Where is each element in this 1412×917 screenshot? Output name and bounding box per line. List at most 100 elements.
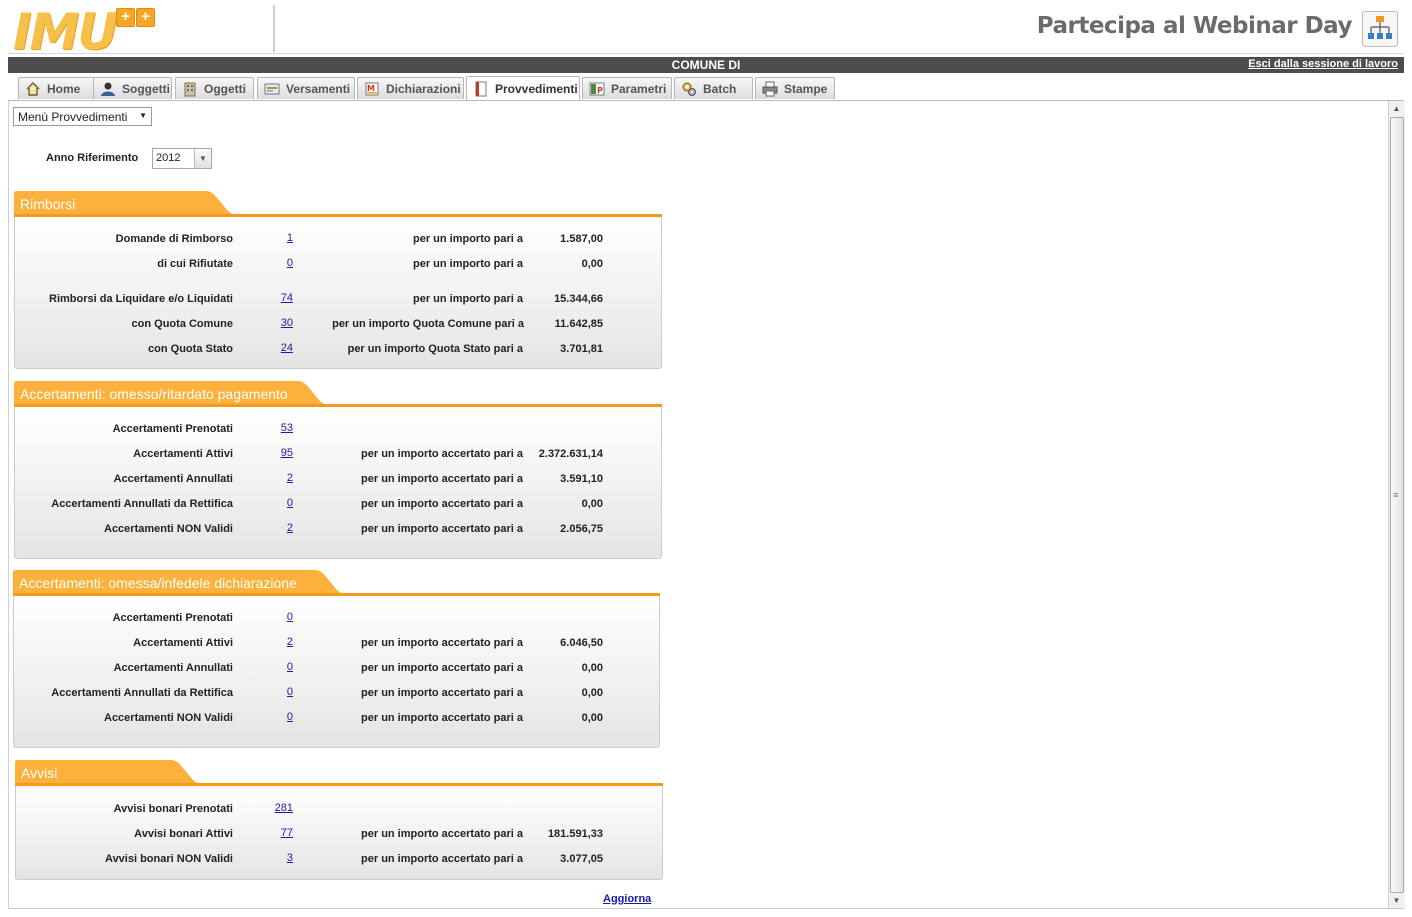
row-label: Avvisi bonari Prenotati [113, 803, 233, 815]
payment-icon [264, 81, 280, 97]
tab-oggetti[interactable]: Oggetti [175, 77, 254, 99]
user-icon [100, 81, 116, 97]
year-select[interactable]: 2012 ▼ [152, 148, 212, 169]
row-label: Rimborsi da Liquidare e/o Liquidati [49, 293, 233, 305]
org-chart-icon[interactable] [1362, 11, 1398, 47]
count-link[interactable]: 74 [281, 292, 293, 304]
amount-value: 0,00 [581, 662, 603, 674]
count-link[interactable]: 0 [287, 661, 293, 673]
menu-selected-value: Menù Provvedimenti [18, 110, 128, 124]
row-label: con Quota Stato [148, 343, 233, 355]
section-rimborsi: Rimborsi Domande di Rimborso 1 per un im… [14, 191, 662, 369]
amount-value: 0,00 [581, 687, 603, 699]
count-link[interactable]: 95 [281, 447, 293, 459]
section-title: Accertamenti: omesso/ritardato pagamento [20, 386, 288, 402]
section-header: Accertamenti: omesso/ritardato pagamento [14, 381, 662, 407]
count-link[interactable]: 3 [287, 852, 293, 864]
count-link[interactable]: 1 [287, 232, 293, 244]
count-link[interactable]: 281 [275, 802, 293, 814]
section-avvisi: Avvisi Avvisi bonari Prenotati 281 Avvis… [15, 760, 663, 880]
tab-provvedimenti[interactable]: Provvedimenti [466, 76, 580, 100]
scrollbar-grip-icon: ≡ [1393, 490, 1399, 500]
tab-label: Provvedimenti [495, 81, 578, 96]
app-header: IMU + + Partecipa al Webinar Day [8, 3, 1404, 61]
year-label: Anno Riferimento [46, 152, 139, 164]
plus-icon: + [116, 8, 135, 27]
tab-home[interactable]: Home [18, 77, 98, 99]
count-link[interactable]: 2 [287, 636, 293, 648]
amount-text: per un importo accertato pari a [361, 687, 523, 699]
tab-dichiarazioni[interactable]: M Dichiarazioni [357, 77, 464, 99]
amount-value: 2.372.631,14 [538, 448, 603, 460]
section-accertamenti-pagamento: Accertamenti: omesso/ritardato pagamento… [14, 381, 662, 559]
amount-text: per un importo accertato pari a [361, 473, 523, 485]
count-link[interactable]: 30 [281, 317, 293, 329]
chevron-down-icon[interactable]: ▼ [194, 149, 211, 168]
row-label: Accertamenti Annullati [113, 473, 233, 485]
row-label: Accertamenti Annullati da Rettifica [51, 498, 233, 510]
section-accertamenti-dichiarazione: Accertamenti: omessa/infedele dichiarazi… [13, 570, 660, 748]
count-link[interactable]: 0 [287, 257, 293, 269]
count-link[interactable]: 0 [287, 611, 293, 623]
refresh-link[interactable]: Aggiorna [603, 893, 651, 905]
amount-text: per un importo Quota Stato pari a [347, 343, 523, 355]
scroll-up-icon[interactable]: ▲ [1389, 101, 1404, 116]
row-label: Accertamenti Annullati da Rettifica [51, 687, 233, 699]
amount-value: 0,00 [581, 712, 603, 724]
provvedimenti-menu-select[interactable]: Menù Provvedimenti ▼ [13, 107, 152, 126]
main-tabs: Home Soggetti Oggetti Versamenti M Dichi… [8, 75, 1404, 101]
count-link[interactable]: 0 [287, 497, 293, 509]
amount-text: per un importo accertato pari a [361, 448, 523, 460]
scrollbar-thumb[interactable] [1390, 117, 1404, 893]
row-label: Avvisi bonari NON Validi [105, 853, 233, 865]
tab-versamenti[interactable]: Versamenti [257, 77, 355, 99]
count-link[interactable]: 2 [287, 522, 293, 534]
row-label: Accertamenti Attivi [133, 637, 233, 649]
amount-text: per un importo pari a [412, 233, 523, 245]
logout-link[interactable]: Esci dalla sessione di lavoro [1248, 58, 1398, 70]
count-link[interactable]: 24 [281, 342, 293, 354]
plus-icon: + [136, 8, 155, 27]
section-header: Rimborsi [14, 191, 662, 217]
section-body [13, 596, 660, 748]
count-link[interactable]: 53 [281, 422, 293, 434]
tab-soggetti[interactable]: Soggetti [93, 77, 172, 99]
parameters-icon: P [589, 81, 605, 97]
gears-icon [681, 81, 697, 97]
amount-value: 1.587,00 [560, 233, 603, 245]
tab-label: Versamenti [286, 81, 351, 96]
amount-value: 2.056,75 [560, 523, 603, 535]
count-link[interactable]: 0 [287, 711, 293, 723]
row-label: Accertamenti NON Validi [104, 523, 233, 535]
amount-value: 0,00 [581, 258, 603, 270]
home-icon [25, 81, 41, 97]
scroll-down-icon[interactable]: ▼ [1389, 893, 1404, 908]
amount-text: per un importo accertato pari a [361, 523, 523, 535]
amount-text: per un importo accertato pari a [361, 637, 523, 649]
row-label: con Quota Comune [131, 318, 233, 330]
count-link[interactable]: 2 [287, 472, 293, 484]
vertical-scrollbar[interactable]: ▲ ≡ ▼ [1388, 101, 1405, 908]
amount-text: per un importo accertato pari a [361, 662, 523, 674]
amount-text: per un importo pari a [412, 258, 523, 270]
row-label: Accertamenti Attivi [133, 448, 233, 460]
webinar-banner[interactable]: Partecipa al Webinar Day [1037, 13, 1353, 39]
count-link[interactable]: 77 [281, 827, 293, 839]
tab-label: Parametri [611, 81, 667, 96]
amount-value: 3.591,10 [560, 473, 603, 485]
document-icon [473, 81, 489, 97]
tab-label: Home [47, 81, 81, 96]
row-label: Domande di Rimborso [115, 233, 233, 245]
amount-value: 11.642,85 [554, 318, 603, 330]
amount-value: 3.077,05 [560, 853, 603, 865]
tab-stampe[interactable]: Stampe [755, 77, 835, 99]
row-label: Accertamenti Prenotati [112, 423, 233, 435]
row-label: Accertamenti Annullati [113, 662, 233, 674]
tab-batch[interactable]: Batch [674, 77, 753, 99]
amount-value: 0,00 [581, 498, 603, 510]
count-link[interactable]: 0 [287, 686, 293, 698]
amount-text: per un importo accertato pari a [361, 853, 523, 865]
tab-parametri[interactable]: P Parametri [582, 77, 672, 99]
year-value: 2012 [156, 152, 181, 164]
dropdown-arrow-icon: ▼ [139, 111, 147, 120]
